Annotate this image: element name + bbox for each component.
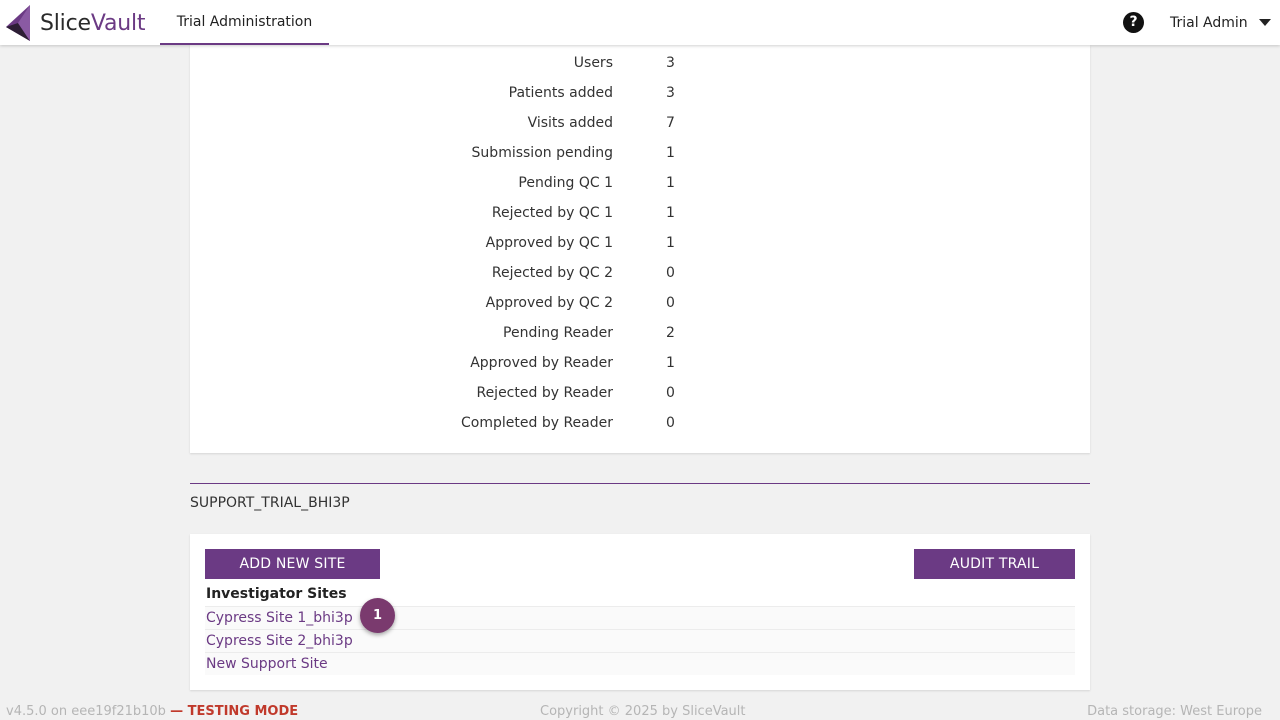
tab-trial-administration[interactable]: Trial Administration — [160, 0, 329, 45]
stat-row: Approved by Reader 1 — [190, 348, 1090, 378]
stat-label: Approved by QC 2 — [485, 295, 613, 311]
copyright-text: Copyright © 2025 by SliceVault — [540, 704, 746, 719]
stat-value: 1 — [666, 355, 675, 371]
investigator-sites-card: ADD NEW SITE AUDIT TRAIL Investigator Si… — [190, 534, 1090, 690]
user-menu[interactable]: Trial Admin — [1170, 0, 1271, 45]
stat-label: Approved by Reader — [470, 355, 613, 371]
audit-trail-button[interactable]: AUDIT TRAIL — [914, 549, 1075, 579]
caret-down-icon — [1258, 19, 1271, 26]
stat-row: Patients added 3 — [190, 78, 1090, 108]
stat-row: Pending Reader 2 — [190, 318, 1090, 348]
stat-label: Approved by QC 1 — [485, 235, 613, 251]
stat-value: 0 — [666, 415, 675, 431]
top-navbar: SliceVault Trial Administration ? Trial … — [0, 0, 1280, 45]
stat-row: Submission pending 1 — [190, 138, 1090, 168]
stat-label: Users — [573, 55, 613, 71]
user-name: Trial Admin — [1170, 14, 1248, 31]
stat-row: Visits added 7 — [190, 108, 1090, 138]
stat-row: Approved by QC 1 1 — [190, 228, 1090, 258]
stat-row: Completed by Reader 0 — [190, 408, 1090, 438]
stat-label: Completed by Reader — [461, 415, 613, 431]
testing-mode-label: — TESTING MODE — [170, 704, 299, 719]
stat-row: Users 3 — [190, 48, 1090, 78]
section-divider — [190, 483, 1090, 484]
stat-value: 0 — [666, 385, 675, 401]
version-text: v4.5.0 on eee19f21b10b — [6, 704, 166, 719]
tour-step-badge[interactable]: 1 — [360, 598, 395, 633]
stat-value: 3 — [666, 55, 675, 71]
site-link[interactable]: New Support Site — [205, 652, 1075, 675]
stat-label: Rejected by Reader — [476, 385, 613, 401]
data-storage-text: Data storage: West Europe — [1087, 704, 1262, 719]
stat-value: 0 — [666, 295, 675, 311]
stat-value: 1 — [666, 175, 675, 191]
stat-value: 2 — [666, 325, 675, 341]
stat-value: 0 — [666, 265, 675, 281]
stat-row: Rejected by QC 1 1 — [190, 198, 1090, 228]
stat-value: 1 — [666, 235, 675, 251]
logo-mark-icon — [6, 5, 30, 41]
stat-value: 1 — [666, 205, 675, 221]
site-link[interactable]: Cypress Site 1_bhi3p — [205, 606, 1075, 629]
version-info: v4.5.0 on eee19f21b10b — TESTING MODE — [6, 704, 298, 719]
trial-statistics-card: Users 3 Patients added 3 Visits added 7 … — [190, 45, 1090, 453]
stat-label: Visits added — [527, 115, 613, 131]
stat-label: Pending QC 1 — [518, 175, 613, 191]
stat-value: 3 — [666, 85, 675, 101]
help-icon[interactable]: ? — [1123, 12, 1144, 33]
stat-label: Rejected by QC 1 — [491, 205, 613, 221]
trial-name: SUPPORT_TRIAL_BHI3P — [190, 495, 350, 511]
footer: v4.5.0 on eee19f21b10b — TESTING MODE Co… — [0, 704, 1280, 720]
stat-row: Pending QC 1 1 — [190, 168, 1090, 198]
stat-label: Pending Reader — [503, 325, 613, 341]
stat-value: 7 — [666, 115, 675, 131]
stat-label: Rejected by QC 2 — [491, 265, 613, 281]
stat-value: 1 — [666, 145, 675, 161]
add-new-site-button[interactable]: ADD NEW SITE — [205, 549, 380, 579]
stat-label: Submission pending — [471, 145, 613, 161]
stat-label: Patients added — [508, 85, 613, 101]
site-link[interactable]: Cypress Site 2_bhi3p — [205, 629, 1075, 652]
stat-row: Rejected by QC 2 0 — [190, 258, 1090, 288]
stat-row: Approved by QC 2 0 — [190, 288, 1090, 318]
sites-heading: Investigator Sites — [206, 586, 347, 602]
slicevault-logo[interactable]: SliceVault — [4, 4, 146, 42]
stat-row: Rejected by Reader 0 — [190, 378, 1090, 408]
app-name: SliceVault — [40, 10, 146, 36]
